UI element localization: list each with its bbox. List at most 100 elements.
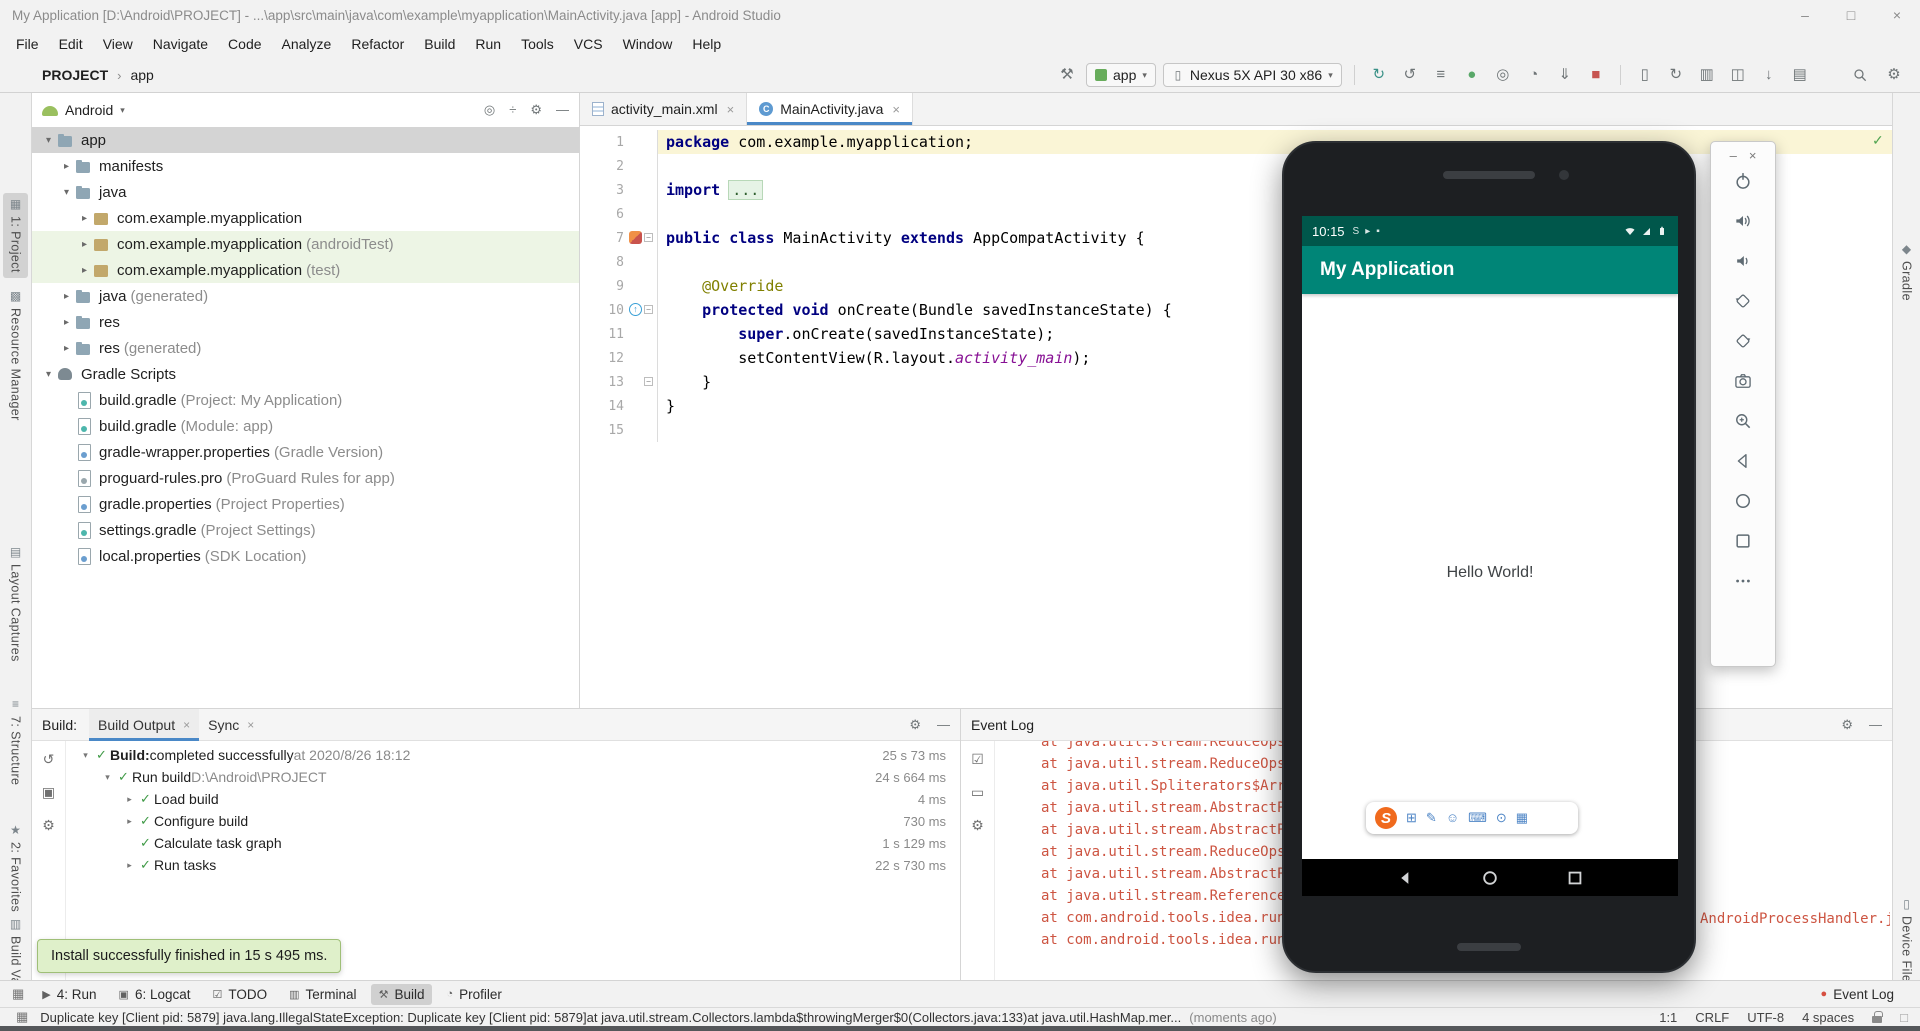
tool-window-button[interactable]: ◔Profiler xyxy=(438,984,509,1005)
device-select[interactable]: ▯ Nexus 5X API 30 x86 ▾ xyxy=(1163,63,1342,87)
debug-icon[interactable]: ● xyxy=(1460,63,1484,87)
log-settings-icon[interactable]: ⚙ xyxy=(971,817,984,834)
nav-home-button[interactable] xyxy=(1480,868,1500,888)
build-row[interactable]: ▾✓Build: completed successfully at 2020/… xyxy=(66,744,960,766)
volume-down-control-icon[interactable] xyxy=(1733,251,1753,271)
more-apps-icon[interactable]: ▦ xyxy=(1516,810,1528,826)
project-tree[interactable]: ▾app▸manifests▾java▸com.example.myapplic… xyxy=(32,127,579,569)
overview-control-icon[interactable] xyxy=(1733,531,1753,551)
home-control-icon[interactable] xyxy=(1733,491,1753,511)
status-widget[interactable]: 4 spaces xyxy=(1802,1010,1854,1025)
menu-refactor[interactable]: Refactor xyxy=(341,32,414,56)
tree-row[interactable]: ▸res(generated) xyxy=(32,335,579,361)
rotate-right-control-icon[interactable] xyxy=(1733,331,1753,351)
build-row[interactable]: ▸✓Configure build730 ms xyxy=(66,810,960,832)
menu-tools[interactable]: Tools xyxy=(511,32,564,56)
zoom-control-icon[interactable] xyxy=(1733,411,1753,431)
stripe-gradle[interactable]: ◆Gradle xyxy=(1894,238,1919,306)
editor-tab[interactable]: CMainActivity.java× xyxy=(747,93,913,125)
lang-toggle-icon[interactable]: ⊞ xyxy=(1406,810,1417,826)
menu-edit[interactable]: Edit xyxy=(49,32,93,56)
apply-changes-icon[interactable]: ↺ xyxy=(1398,63,1422,87)
tool-window-button[interactable]: ▶4: Run xyxy=(34,984,104,1005)
sync-gradle-icon[interactable]: ↻ xyxy=(1664,63,1688,87)
run-configurations-icon[interactable]: ≡ xyxy=(1429,63,1453,87)
menu-navigate[interactable]: Navigate xyxy=(143,32,218,56)
power-control-icon[interactable] xyxy=(1733,171,1753,191)
menu-vcs[interactable]: VCS xyxy=(564,32,613,56)
fold-marker-icon[interactable]: − xyxy=(644,377,653,386)
tree-row[interactable]: local.properties(SDK Location) xyxy=(32,543,579,569)
build-tab[interactable]: Sync× xyxy=(199,709,263,741)
tool-window-button[interactable]: ▥Terminal xyxy=(281,984,364,1005)
lock-icon[interactable] xyxy=(1872,1016,1882,1023)
eventlog-settings-icon[interactable]: ⚙ xyxy=(1841,717,1853,733)
breadcrumb-project[interactable]: PROJECT xyxy=(42,67,108,83)
project-view-selector[interactable]: Android xyxy=(65,102,113,118)
wifi-status-icon[interactable] xyxy=(1624,225,1636,237)
rotate-left-control-icon[interactable] xyxy=(1733,291,1753,311)
nav-back-button[interactable] xyxy=(1395,868,1415,888)
profiler-icon[interactable]: ◔ xyxy=(1522,63,1546,87)
tree-row[interactable]: ▸res xyxy=(32,309,579,335)
tree-row[interactable]: gradle.properties(Project Properties) xyxy=(32,491,579,517)
hide-eventlog-icon[interactable]: — xyxy=(1869,717,1882,733)
settings-icon[interactable]: ⚙ xyxy=(1882,63,1906,87)
tool-window-button[interactable]: ▣6: Logcat xyxy=(111,984,199,1005)
device-manager-icon[interactable]: ▯ xyxy=(1633,63,1657,87)
sogou-ime-bar[interactable]: S ⊞✎☺⌨⊙▦ xyxy=(1366,802,1578,834)
status-message[interactable]: Duplicate key [Client pid: 5879] java.la… xyxy=(40,1010,1181,1025)
tree-row[interactable]: ▸java(generated) xyxy=(32,283,579,309)
emu-close-button[interactable]: × xyxy=(1749,148,1757,163)
battery-status-icon[interactable] xyxy=(1656,225,1668,237)
avd-icon[interactable]: ▤ xyxy=(1788,63,1812,87)
menu-code[interactable]: Code xyxy=(218,32,271,56)
close-icon[interactable]: × xyxy=(892,102,900,117)
wrap-lines-icon[interactable]: ☑ xyxy=(971,751,984,768)
hide-panel-icon[interactable]: — xyxy=(556,102,569,118)
keyboard-icon[interactable]: ⌨ xyxy=(1468,810,1487,826)
back-control-icon[interactable] xyxy=(1733,451,1753,471)
maximize-button[interactable]: □ xyxy=(1828,0,1874,30)
more-control-icon[interactable] xyxy=(1733,571,1753,591)
emoji-icon[interactable]: ☺ xyxy=(1446,810,1459,826)
build-row[interactable]: ✓Calculate task graph1 s 129 ms xyxy=(66,832,960,854)
sogou-logo-icon[interactable]: S xyxy=(1375,807,1397,829)
status-widget[interactable]: CRLF xyxy=(1695,1010,1729,1025)
panel-settings-icon[interactable]: ⚙ xyxy=(530,102,542,118)
build-row[interactable]: ▸✓Load build4 ms xyxy=(66,788,960,810)
layout-inspector-icon[interactable]: ▥ xyxy=(1695,63,1719,87)
status-switcher-icon[interactable]: ▦ xyxy=(12,1009,32,1025)
volume-up-control-icon[interactable] xyxy=(1733,211,1753,231)
stripe-structure[interactable]: ≡7: Structure xyxy=(3,693,28,790)
fold-marker-icon[interactable]: − xyxy=(644,305,653,314)
menu-run[interactable]: Run xyxy=(465,32,511,56)
minimize-button[interactable]: – xyxy=(1782,0,1828,30)
status-widget[interactable]: 1:1 xyxy=(1659,1010,1677,1025)
rerun-build-icon[interactable]: ↺ xyxy=(43,751,55,768)
camera-control-icon[interactable] xyxy=(1733,371,1753,391)
menu-build[interactable]: Build xyxy=(414,32,465,56)
layers-icon[interactable]: ▣ xyxy=(42,784,55,801)
user-icon[interactable]: ⊙ xyxy=(1496,810,1507,826)
fold-marker-icon[interactable]: − xyxy=(644,233,653,242)
build-row[interactable]: ▸✓Run tasks22 s 730 ms xyxy=(66,854,960,876)
tree-row[interactable]: ▾java xyxy=(32,179,579,205)
tree-row[interactable]: ▸com.example.myapplication(androidTest) xyxy=(32,231,579,257)
tool-window-button[interactable]: ⚒Build xyxy=(371,984,433,1005)
stop-icon[interactable]: ■ xyxy=(1584,63,1608,87)
tree-row[interactable]: ▸manifests xyxy=(32,153,579,179)
class-run-gutter-icon[interactable] xyxy=(629,231,642,244)
stripe-resource[interactable]: ▩Resource Manager xyxy=(3,285,28,426)
inspection-status-icon[interactable]: ✓ xyxy=(1872,132,1884,149)
menu-file[interactable]: File xyxy=(6,32,49,56)
menu-view[interactable]: View xyxy=(93,32,143,56)
build-hammer-icon[interactable]: ⚒ xyxy=(1055,63,1079,87)
nav-recents-button[interactable] xyxy=(1565,868,1585,888)
emulator-screen[interactable]: 10:15 S▸▪ My Application Hello World! S … xyxy=(1302,216,1678,896)
coverage-icon[interactable]: ◎ xyxy=(1491,63,1515,87)
hide-build-icon[interactable]: — xyxy=(937,717,950,733)
tree-row[interactable]: proguard-rules.pro(ProGuard Rules for ap… xyxy=(32,465,579,491)
stripe-favorites[interactable]: ★2: Favorites xyxy=(3,819,28,917)
editor-tab[interactable]: activity_main.xml× xyxy=(580,93,747,125)
